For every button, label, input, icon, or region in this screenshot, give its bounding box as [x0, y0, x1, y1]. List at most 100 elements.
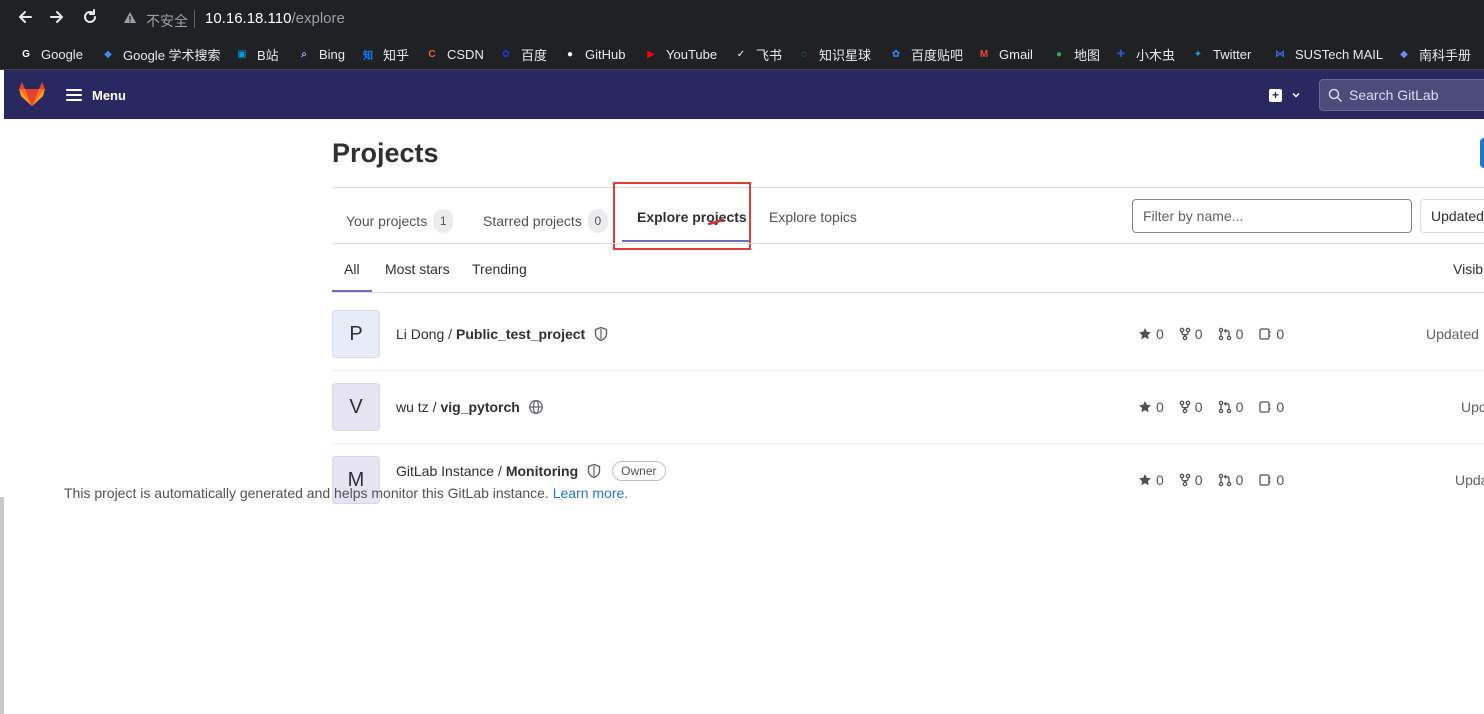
bookmark-item[interactable]: 知知乎 [360, 44, 409, 64]
csdn-icon: C [428, 48, 436, 60]
bookmark-label: GitHub [585, 46, 626, 62]
project-name: Monitoring [505, 463, 579, 479]
forward-arrow-icon[interactable] [46, 8, 68, 30]
issue-count-value: 0 [1276, 326, 1285, 342]
fork-count[interactable]: 0 [1179, 472, 1203, 488]
maps-icon: ● [1055, 48, 1063, 60]
security-warning-text: 不安全 [146, 13, 188, 29]
merge-request-count[interactable]: 0 [1218, 472, 1243, 488]
filter-by-name-input[interactable]: Filter by name... [1132, 199, 1412, 233]
search-input[interactable]: Search GitLab [1319, 79, 1484, 111]
issue-count[interactable]: 0 [1258, 326, 1284, 342]
subtab-all[interactable]: All [344, 261, 360, 277]
bookmark-item[interactable]: ◆ 南科手册 [1396, 44, 1471, 64]
subtab-trending[interactable]: Trending [472, 261, 527, 277]
address-bar[interactable]: 不安全 10.16.18.110/explore [112, 4, 1484, 34]
bookmark-label: 小木虫 [1136, 47, 1176, 63]
issue-count-value: 0 [1276, 399, 1285, 415]
bookmark-label: 知识星球 [819, 47, 872, 63]
globe-icon [528, 400, 543, 414]
fork-count-value: 0 [1194, 472, 1203, 488]
visibility-dropdown[interactable]: Visib [1453, 261, 1483, 277]
bookmark-item[interactable]: ◆ Google 学术搜索 [100, 44, 220, 64]
sort-dropdown[interactable]: Updated [1420, 199, 1484, 233]
bookmark-item[interactable]: ⋈ SUSTech MAIL [1272, 44, 1383, 64]
baidu-icon: ✿ [501, 48, 511, 60]
tab-label: Explore topics [769, 209, 857, 225]
row-divider [332, 370, 1484, 371]
star-count-value: 0 [1156, 472, 1164, 488]
project-name: vig_pytorch [440, 399, 520, 415]
learn-more-link[interactable]: Learn more. [553, 485, 628, 501]
fork-icon [1179, 400, 1191, 414]
issue-count[interactable]: 0 [1258, 472, 1284, 488]
bookmark-label: Gmail [999, 46, 1033, 62]
project-description: This project is automatically generated … [64, 485, 628, 501]
bookmark-item[interactable]: C CSDN [424, 44, 484, 64]
fork-count[interactable]: 0 [1179, 399, 1203, 415]
bookmark-item[interactable]: ✦ Twitter [1190, 44, 1252, 64]
project-name: Public_test_project [456, 326, 586, 342]
issue-count-value: 0 [1276, 472, 1285, 488]
tab-explore-topics[interactable]: Explore topics [769, 209, 857, 225]
new-project-button[interactable] [1480, 138, 1484, 168]
search-icon: ⌕ [301, 48, 307, 60]
issues-icon [1259, 401, 1271, 413]
project-title[interactable]: GitLab Instance / Monitoring Owner [396, 461, 666, 481]
bookmark-item[interactable]: ✿ 百度贴吧 [888, 44, 963, 64]
fork-count[interactable]: 0 [1179, 326, 1203, 342]
project-title[interactable]: wu tz / vig_pytorch [396, 399, 544, 415]
search-placeholder: Search GitLab [1349, 87, 1439, 103]
menu-button[interactable]: Menu [66, 84, 126, 106]
bookmark-item[interactable]: ● GitHub [562, 44, 626, 64]
bookmark-item[interactable]: ◌ 知识星球 [796, 44, 871, 64]
owner-badge: Owner [612, 461, 666, 481]
project-avatar[interactable]: P [332, 310, 380, 358]
bookmark-item[interactable]: M Gmail [976, 44, 1033, 64]
project-namespace: Li Dong / [396, 326, 453, 342]
bookmark-item[interactable]: G Google [18, 44, 83, 64]
tieba-icon: ✿ [891, 48, 901, 60]
issues-icon [1259, 474, 1271, 486]
gmail-icon: M [979, 48, 989, 60]
xmc-icon: ✚ [1116, 48, 1126, 60]
bookmark-item[interactable]: ● 地图 [1051, 44, 1100, 64]
bookmark-item[interactable]: ⌕ Bing [296, 44, 345, 64]
bookmark-item[interactable]: ▣ B站 [234, 44, 278, 64]
bookmark-label: SUSTech MAIL [1295, 46, 1384, 62]
address-separator [194, 10, 195, 28]
tab-count-badge: 0 [587, 209, 608, 233]
merge-request-icon [1218, 400, 1231, 414]
tab-starred-projects[interactable]: Starred projects 0 [483, 209, 608, 233]
bookmark-label: 知乎 [383, 47, 410, 63]
star-icon [1139, 474, 1151, 486]
bookmark-label: Google [41, 46, 83, 62]
project-stats: 0 0 0 0 [1138, 472, 1299, 488]
star-count-value: 0 [1156, 326, 1164, 342]
merge-request-count[interactable]: 0 [1218, 326, 1243, 342]
bookmark-label: CSDN [447, 46, 484, 62]
project-avatar[interactable]: V [332, 383, 380, 431]
scrollbar[interactable] [0, 497, 4, 714]
star-count[interactable]: 0 [1138, 399, 1164, 415]
star-count[interactable]: 0 [1138, 472, 1164, 488]
bookmark-item[interactable]: ✿ 百度 [498, 44, 547, 64]
merge-request-count[interactable]: 0 [1218, 399, 1243, 415]
tab-your-projects[interactable]: Your projects 1 [346, 209, 454, 233]
bookmark-item[interactable]: ✚ 小木虫 [1113, 44, 1175, 64]
star-count[interactable]: 0 [1138, 326, 1164, 342]
reload-icon[interactable] [79, 8, 101, 30]
bookmark-item[interactable]: ▶ YouTube [643, 44, 717, 64]
project-title[interactable]: Li Dong / Public_test_project [396, 326, 609, 342]
issue-count[interactable]: 0 [1258, 399, 1284, 415]
filter-placeholder: Filter by name... [1143, 208, 1244, 224]
fork-count-value: 0 [1194, 326, 1203, 342]
back-arrow-icon[interactable] [14, 8, 36, 30]
gitlab-logo-icon[interactable] [18, 81, 46, 107]
shield-icon [595, 326, 608, 342]
google-icon: G [22, 48, 30, 60]
subtab-most-stars[interactable]: Most stars [385, 261, 450, 277]
bookmark-item[interactable]: ✓ 飞书 [733, 44, 782, 64]
new-dropdown-button[interactable]: + [1269, 86, 1305, 104]
bilibili-icon: ▣ [237, 48, 247, 60]
